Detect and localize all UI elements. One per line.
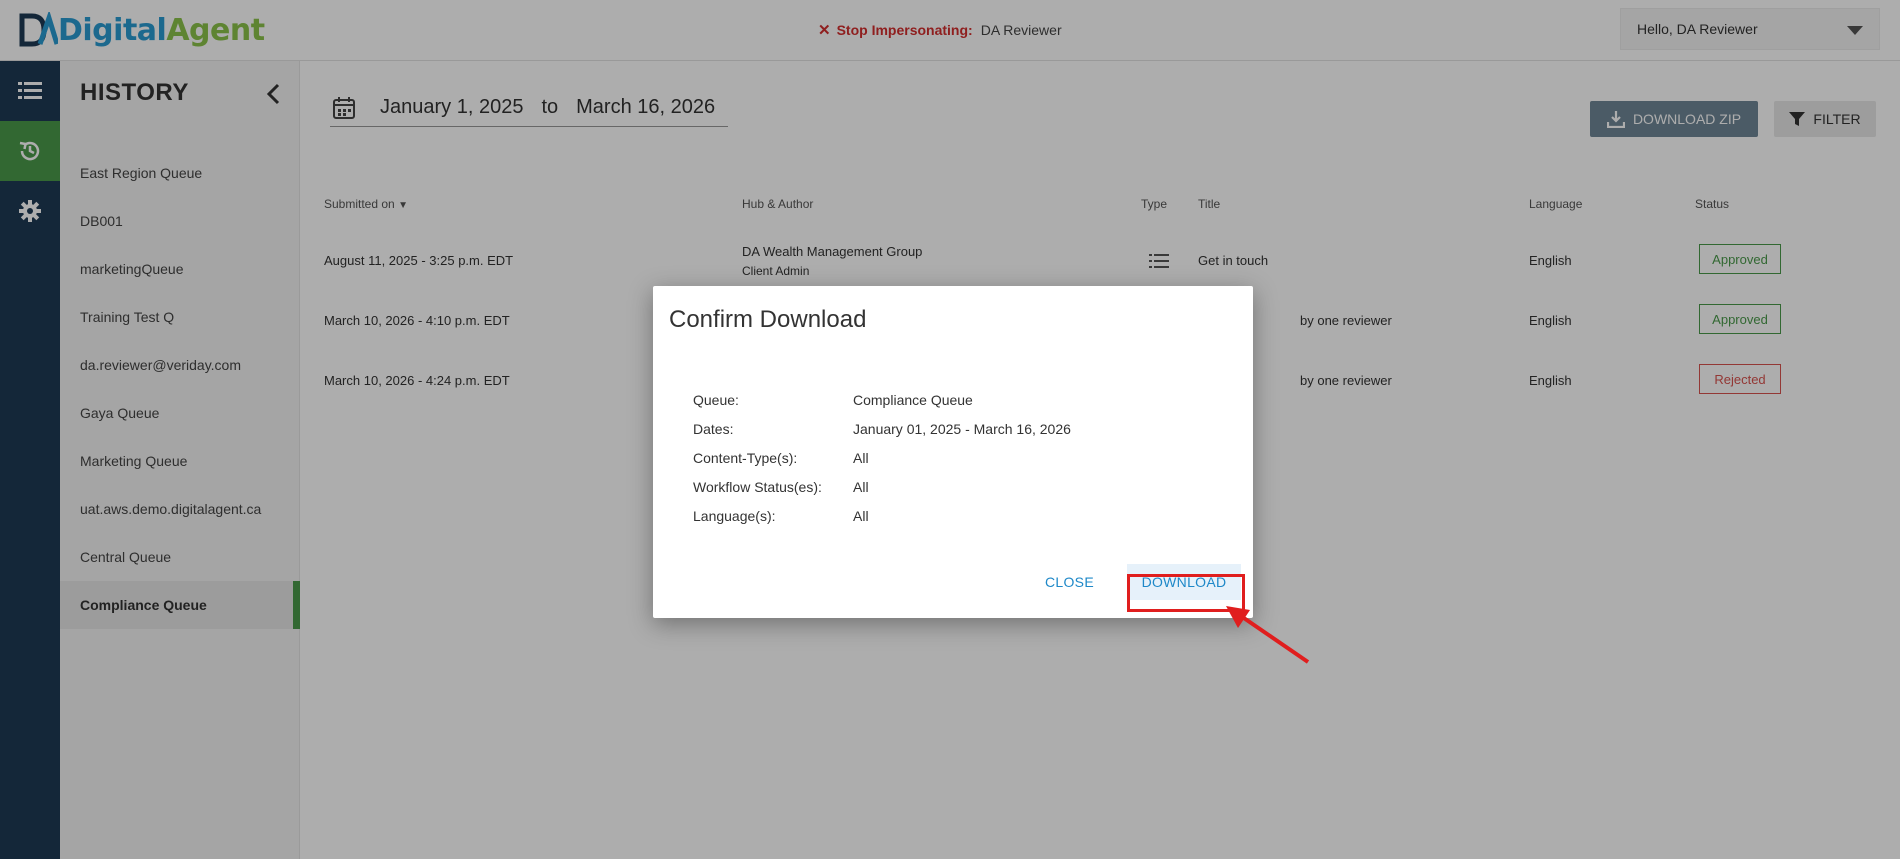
detail-value: All xyxy=(853,450,869,466)
close-button[interactable]: CLOSE xyxy=(1045,574,1094,590)
detail-languages: Language(s): All xyxy=(693,508,1071,537)
detail-value: Compliance Queue xyxy=(853,392,973,408)
detail-value: January 01, 2025 - March 16, 2026 xyxy=(853,421,1071,437)
detail-label: Content-Type(s): xyxy=(693,450,798,466)
detail-label: Language(s): xyxy=(693,508,776,524)
confirm-download-dialog: Confirm Download Queue: Compliance Queue… xyxy=(653,286,1253,618)
detail-queue: Queue: Compliance Queue xyxy=(693,392,1071,421)
download-details: Queue: Compliance Queue Dates: January 0… xyxy=(693,392,1071,537)
detail-label: Workflow Status(es): xyxy=(693,479,822,495)
detail-content-types: Content-Type(s): All xyxy=(693,450,1071,479)
detail-label: Dates: xyxy=(693,421,734,437)
detail-value: All xyxy=(853,508,869,524)
dialog-title: Confirm Download xyxy=(669,306,867,333)
detail-label: Queue: xyxy=(693,392,739,408)
annotation-arrow-icon xyxy=(1226,606,1310,664)
detail-dates: Dates: January 01, 2025 - March 16, 2026 xyxy=(693,421,1071,450)
detail-value: All xyxy=(853,479,869,495)
detail-workflow-statuses: Workflow Status(es): All xyxy=(693,479,1071,508)
